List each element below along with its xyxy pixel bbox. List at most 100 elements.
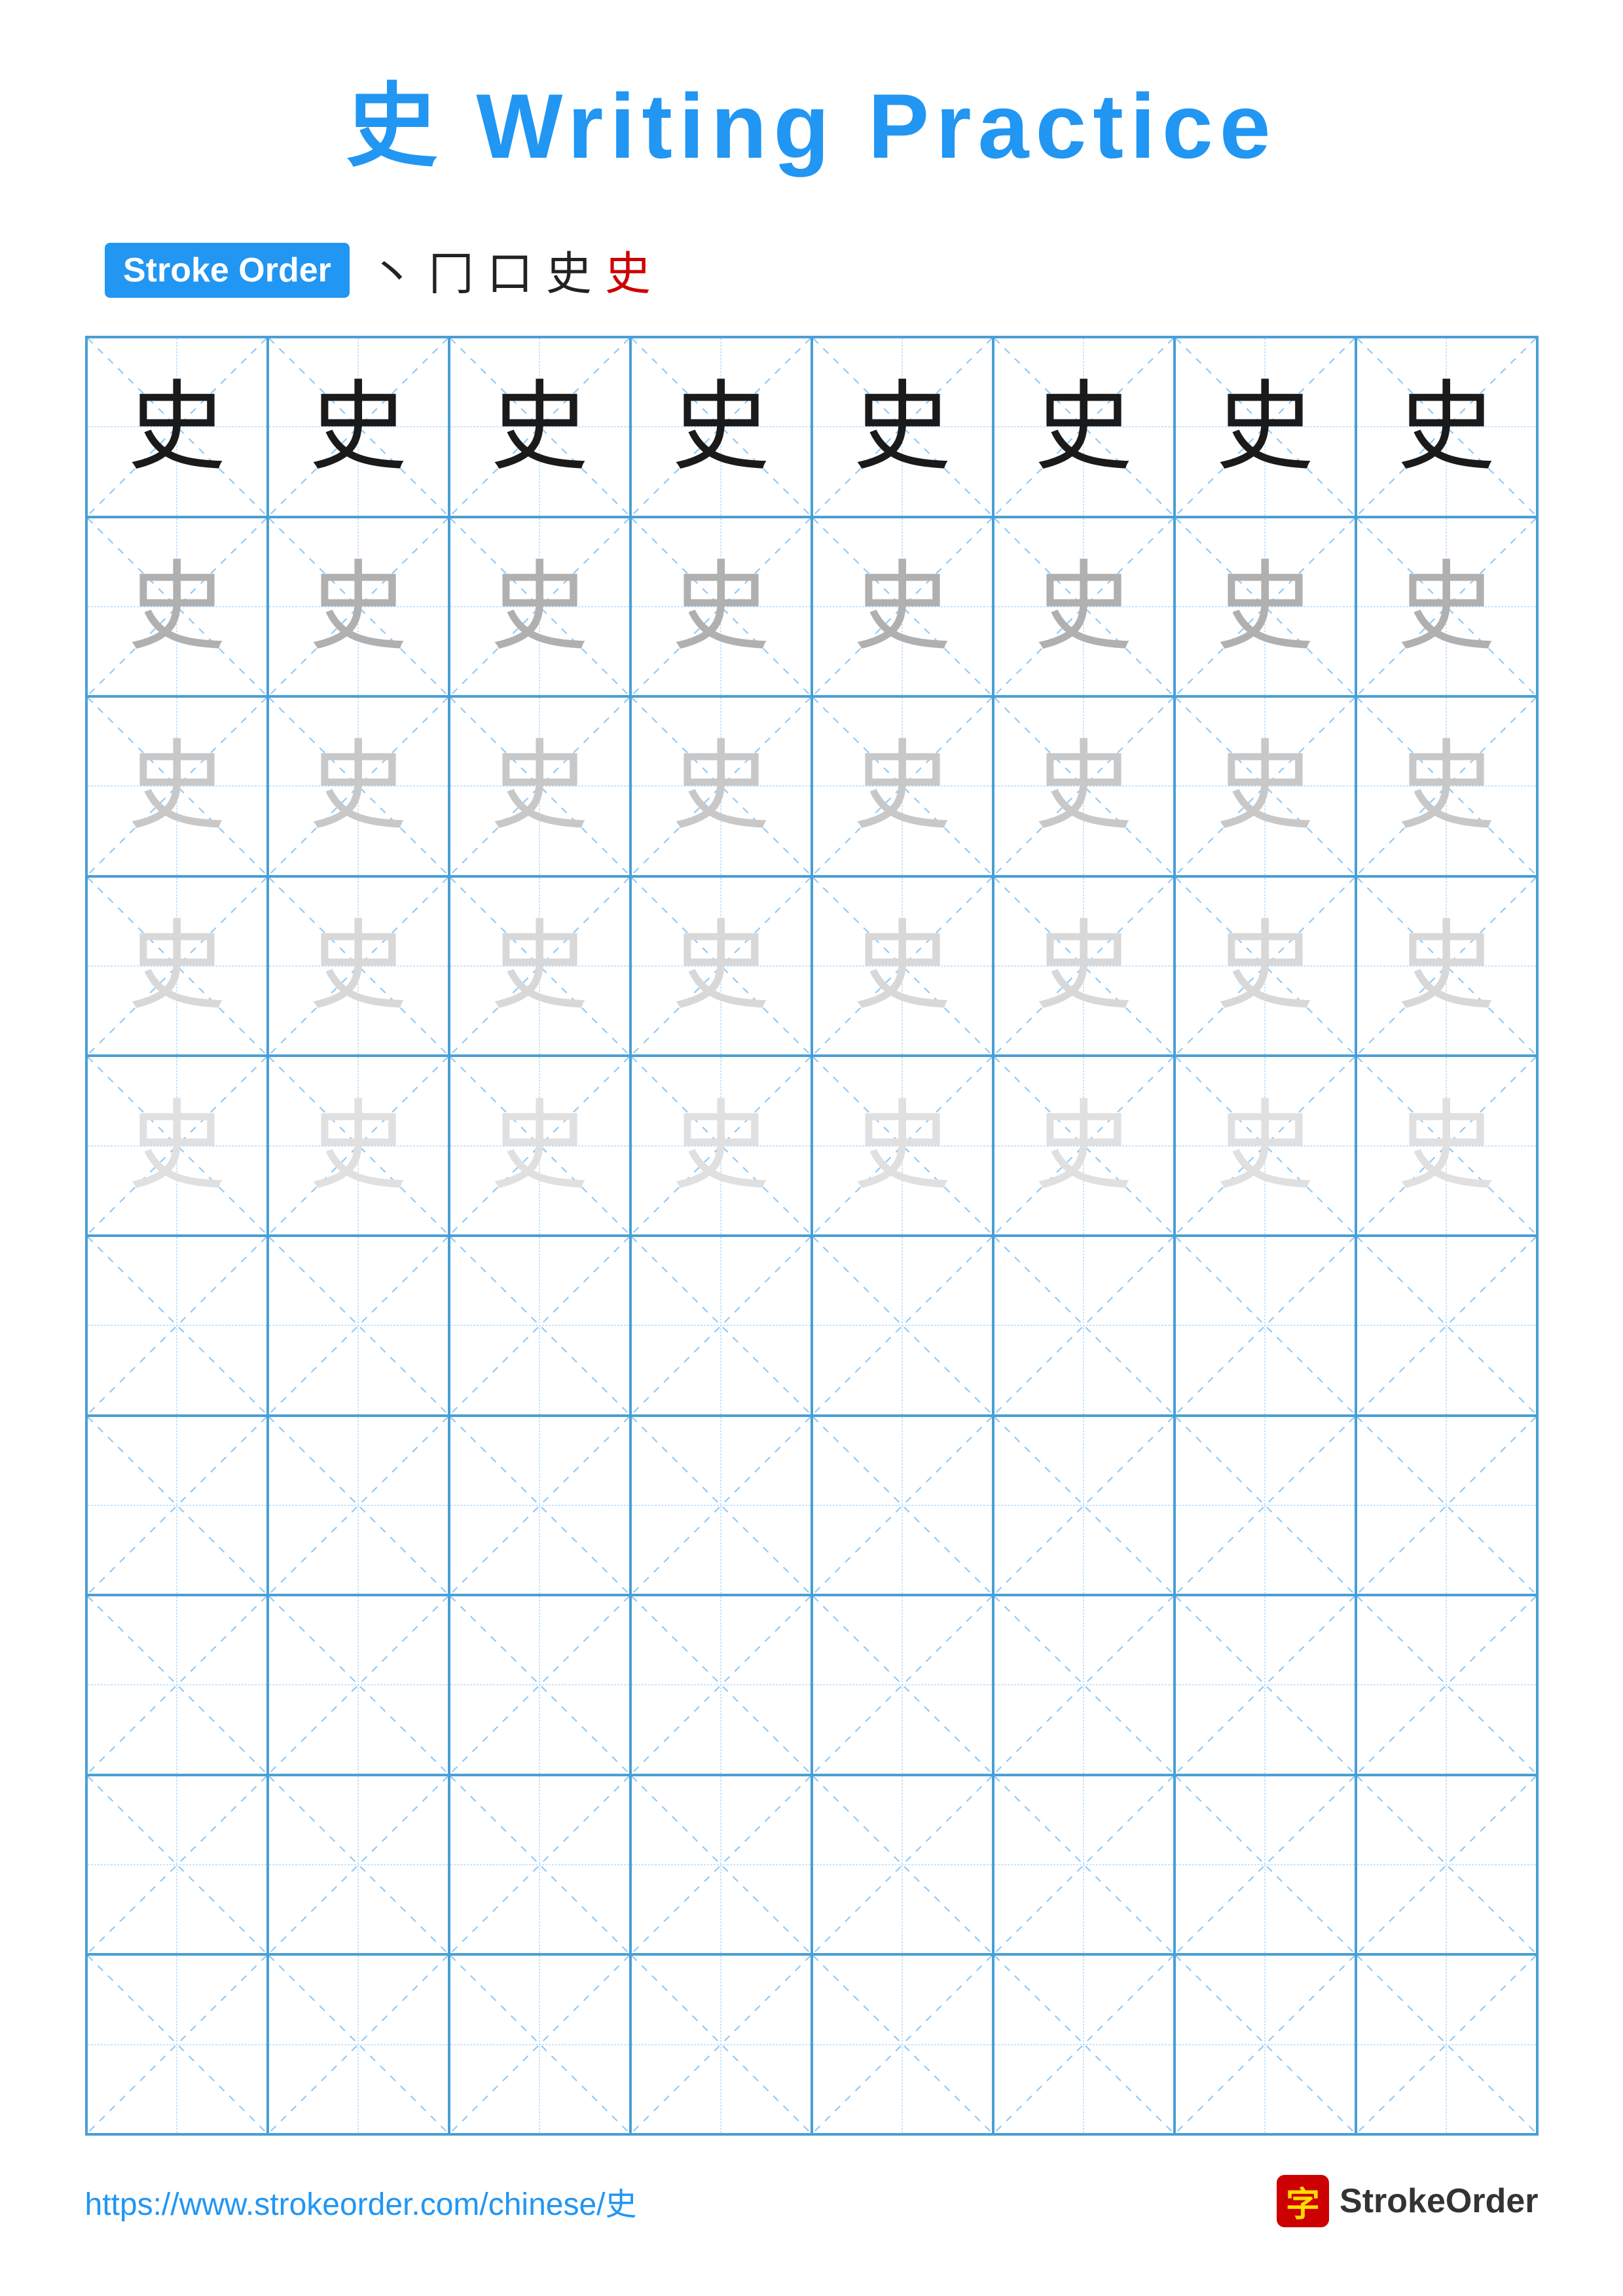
grid-cell[interactable]: 史: [1175, 876, 1356, 1056]
stroke-3: 口: [487, 237, 533, 303]
footer-url[interactable]: https://www.strokeorder.com/chinese/史: [85, 2178, 637, 2224]
page-title: 史 Writing Practice: [346, 52, 1277, 185]
grid-cell[interactable]: 史: [449, 517, 630, 697]
grid-cell[interactable]: 史: [1175, 517, 1356, 697]
grid-cell[interactable]: 史: [812, 517, 993, 697]
grid-cell[interactable]: [993, 1595, 1175, 1775]
grid-cell[interactable]: 史: [86, 1056, 268, 1236]
grid-cell[interactable]: 史: [993, 696, 1175, 876]
grid-cell[interactable]: 史: [1175, 1056, 1356, 1236]
practice-char: 史: [309, 737, 407, 835]
grid-cell[interactable]: [630, 1954, 812, 2134]
grid-cell[interactable]: [86, 1775, 268, 1955]
grid-cell[interactable]: 史: [449, 876, 630, 1056]
grid-cell[interactable]: 史: [86, 696, 268, 876]
grid-cell[interactable]: [1175, 1236, 1356, 1416]
grid-cell[interactable]: 史: [268, 696, 449, 876]
grid-cell[interactable]: [1175, 1954, 1356, 2134]
practice-char: 史: [490, 558, 589, 656]
grid-cell[interactable]: [1175, 1416, 1356, 1596]
grid-cell[interactable]: 史: [993, 337, 1175, 517]
practice-char: 史: [490, 917, 589, 1015]
grid-cell[interactable]: 史: [449, 337, 630, 517]
grid-cell[interactable]: 史: [1356, 696, 1537, 876]
grid-cell[interactable]: 史: [812, 1056, 993, 1236]
grid-cell[interactable]: 史: [268, 1056, 449, 1236]
grid-cell[interactable]: 史: [630, 517, 812, 697]
grid-cell[interactable]: [268, 1236, 449, 1416]
grid-cell[interactable]: 史: [812, 337, 993, 517]
grid-cell[interactable]: [268, 1595, 449, 1775]
grid-cell[interactable]: [1356, 1416, 1537, 1596]
grid-cell[interactable]: 史: [1356, 1056, 1537, 1236]
grid-cell[interactable]: 史: [993, 517, 1175, 697]
grid-cell[interactable]: [812, 1236, 993, 1416]
grid-cell[interactable]: [1175, 1595, 1356, 1775]
grid-cell[interactable]: [449, 1775, 630, 1955]
practice-char: 史: [1216, 917, 1314, 1015]
grid-cell[interactable]: [1356, 1595, 1537, 1775]
grid-cell[interactable]: [86, 1236, 268, 1416]
grid-cell[interactable]: 史: [1356, 337, 1537, 517]
practice-char: 史: [490, 737, 589, 835]
grid-cell[interactable]: 史: [812, 876, 993, 1056]
grid-cell[interactable]: [812, 1775, 993, 1955]
grid-cell[interactable]: [268, 1954, 449, 2134]
grid-cell[interactable]: 史: [1175, 696, 1356, 876]
page: 史 Writing Practice Stroke Order 丶 冂 口 史 …: [0, 0, 1623, 2296]
grid-cell[interactable]: [630, 1236, 812, 1416]
grid-cell[interactable]: 史: [993, 876, 1175, 1056]
grid-cell[interactable]: [449, 1954, 630, 2134]
grid-cell[interactable]: [993, 1954, 1175, 2134]
grid-cell[interactable]: 史: [630, 696, 812, 876]
grid-cell[interactable]: 史: [86, 517, 268, 697]
grid-cell[interactable]: 史: [630, 1056, 812, 1236]
grid-cell[interactable]: 史: [630, 337, 812, 517]
grid-cell[interactable]: 史: [449, 1056, 630, 1236]
stroke-order-row: Stroke Order 丶 冂 口 史 史: [105, 237, 651, 303]
grid-cell[interactable]: [630, 1775, 812, 1955]
stroke-order-badge: Stroke Order: [105, 243, 350, 298]
grid-cell[interactable]: [630, 1416, 812, 1596]
grid-cell[interactable]: 史: [1356, 876, 1537, 1056]
grid-cell[interactable]: 史: [86, 876, 268, 1056]
grid-cell[interactable]: [86, 1954, 268, 2134]
practice-char: 史: [1034, 558, 1133, 656]
grid-cell[interactable]: [86, 1595, 268, 1775]
grid-cell[interactable]: 史: [268, 337, 449, 517]
grid-cell[interactable]: [993, 1236, 1175, 1416]
grid-cell[interactable]: 史: [268, 517, 449, 697]
stroke-4: 史: [546, 237, 592, 303]
practice-char: 史: [1397, 378, 1495, 476]
grid-cell[interactable]: [812, 1954, 993, 2134]
grid-cell[interactable]: [1356, 1236, 1537, 1416]
grid-cell[interactable]: [630, 1595, 812, 1775]
grid-cell[interactable]: [993, 1416, 1175, 1596]
grid-cell[interactable]: 史: [268, 876, 449, 1056]
practice-char: 史: [1034, 1097, 1133, 1195]
grid-cell[interactable]: 史: [86, 337, 268, 517]
grid-cell[interactable]: 史: [1175, 337, 1356, 517]
practice-char: 史: [309, 558, 407, 656]
practice-char: 史: [1397, 917, 1495, 1015]
grid-cell[interactable]: [449, 1236, 630, 1416]
grid-cell[interactable]: [812, 1416, 993, 1596]
grid-cell[interactable]: 史: [993, 1056, 1175, 1236]
grid-cell[interactable]: 史: [812, 696, 993, 876]
grid-cell[interactable]: [1175, 1775, 1356, 1955]
grid-cell[interactable]: [268, 1775, 449, 1955]
grid-cell[interactable]: [86, 1416, 268, 1596]
grid-cell[interactable]: 史: [449, 696, 630, 876]
grid-cell[interactable]: [993, 1775, 1175, 1955]
logo-char: 字: [1286, 2177, 1320, 2226]
practice-char: 史: [853, 558, 951, 656]
grid-cell[interactable]: [449, 1595, 630, 1775]
grid-cell[interactable]: [1356, 1954, 1537, 2134]
grid-cell[interactable]: 史: [1356, 517, 1537, 697]
practice-char: 史: [672, 1097, 770, 1195]
grid-cell[interactable]: [449, 1416, 630, 1596]
grid-cell[interactable]: [812, 1595, 993, 1775]
grid-cell[interactable]: 史: [630, 876, 812, 1056]
grid-cell[interactable]: [1356, 1775, 1537, 1955]
grid-cell[interactable]: [268, 1416, 449, 1596]
